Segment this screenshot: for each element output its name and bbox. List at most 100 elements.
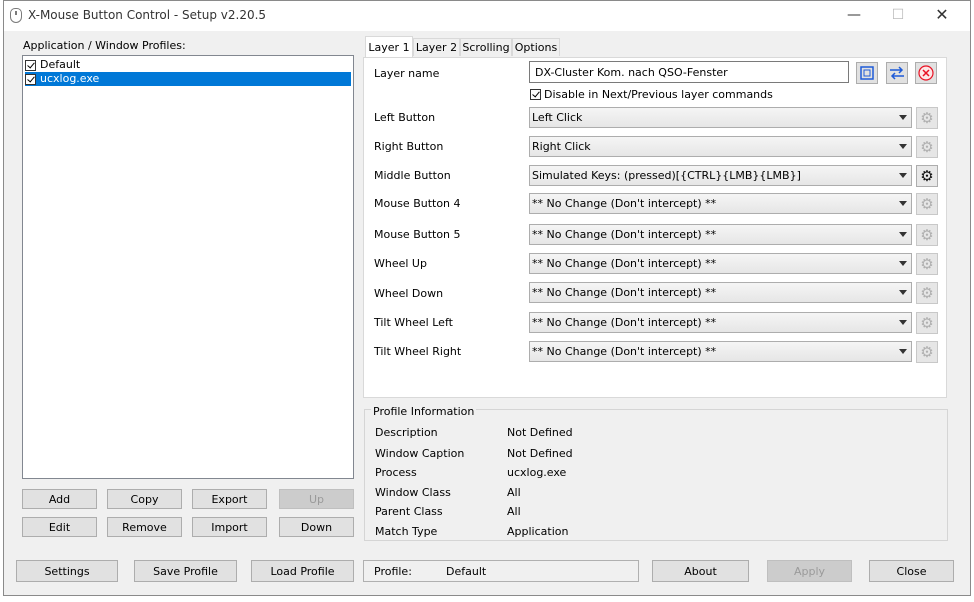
disable-layer-label: Disable in Next/Previous layer commands [544,88,773,101]
info-label-process: Process [375,466,417,479]
list-item-default[interactable]: Default [25,58,82,72]
list-item-label: Default [40,58,81,71]
select-value: Right Click [532,140,591,153]
copy-button[interactable]: Copy [107,489,182,509]
close-button[interactable]: Close [869,560,954,582]
right-button-select[interactable]: Right Click [529,136,912,157]
save-profile-button[interactable]: Save Profile [134,560,237,582]
profiles-list[interactable]: Default ucxlog.exe [22,55,354,479]
copy-icon [860,66,874,80]
mapping-label-left-button: Left Button [374,111,436,124]
tilt-wheel-left-select[interactable]: ** No Change (Don't intercept) ** [529,312,912,333]
left-button-select[interactable]: Left Click [529,107,912,128]
right-button-settings-gear-icon[interactable]: ⚙ [916,136,938,158]
tab-options[interactable]: Options [512,38,560,56]
mouse-icon [10,8,22,23]
info-label-description: Description [375,426,438,439]
chevron-down-icon [899,115,907,120]
profile-status-bar: Profile: Default [363,560,639,582]
profile-checkbox[interactable] [25,73,36,85]
select-value: ** No Change (Don't intercept) ** [532,257,717,270]
swap-arrows-icon [890,66,904,80]
select-value: ** No Change (Don't intercept) ** [532,345,717,358]
mouse-button-5-settings-gear-icon[interactable]: ⚙ [916,224,938,246]
middle-button-select[interactable]: Simulated Keys: (pressed)[{CTRL}{LMB}{LM… [529,165,912,186]
close-window-button[interactable]: ✕ [928,5,956,25]
info-label-match-type: Match Type [375,525,438,538]
export-button[interactable]: Export [192,489,267,509]
mouse-button-4-settings-gear-icon[interactable]: ⚙ [916,193,938,215]
up-button[interactable]: Up [279,489,354,509]
profiles-label: Application / Window Profiles: [23,39,186,52]
swap-layers-button[interactable] [886,62,908,84]
select-value: ** No Change (Don't intercept) ** [532,228,717,241]
select-value: ** No Change (Don't intercept) ** [532,316,717,329]
info-label-window-caption: Window Caption [375,447,465,460]
settings-button[interactable]: Settings [16,560,118,582]
profile-status-label: Profile: [374,565,412,578]
main-window: X-Mouse Button Control - Setup v2.20.5 —… [3,0,971,596]
wheel-down-select[interactable]: ** No Change (Don't intercept) ** [529,282,912,303]
info-label-window-class: Window Class [375,486,451,499]
wheel-down-settings-gear-icon[interactable]: ⚙ [916,282,938,304]
maximize-button[interactable]: ☐ [884,5,912,25]
select-value: ** No Change (Don't intercept) ** [532,197,717,210]
mapping-label-tilt-wheel-right: Tilt Wheel Right [374,345,462,358]
down-button[interactable]: Down [279,517,354,537]
list-item-label: ucxlog.exe [38,72,102,86]
info-value-window-class: All [507,486,521,499]
profile-status-value: Default [446,565,487,578]
minimize-button[interactable]: — [840,5,868,25]
tilt-wheel-left-settings-gear-icon[interactable]: ⚙ [916,312,938,334]
copy-layer-button[interactable] [856,62,878,84]
tilt-wheel-right-settings-gear-icon[interactable]: ⚙ [916,341,938,363]
tab-scrolling[interactable]: Scrolling [460,38,512,56]
disable-layer-checkbox[interactable] [530,89,541,100]
chevron-down-icon [899,144,907,149]
mapping-label-middle-button: Middle Button [374,169,451,182]
select-value: Simulated Keys: (pressed)[{CTRL}{LMB}{LM… [532,169,801,182]
profile-info-group [364,409,948,541]
left-button-settings-gear-icon[interactable]: ⚙ [916,107,938,129]
tilt-wheel-right-select[interactable]: ** No Change (Don't intercept) ** [529,341,912,362]
mapping-label-mouse-button-4: Mouse Button 4 [374,197,461,210]
middle-button-settings-gear-icon[interactable]: ⚙ [916,165,938,187]
mapping-label-right-button: Right Button [374,140,444,153]
mouse-button-4-select[interactable]: ** No Change (Don't intercept) ** [529,193,912,214]
info-value-process: ucxlog.exe [507,466,567,479]
chevron-down-icon [899,349,907,354]
delete-layer-button[interactable] [915,62,937,84]
layer-name-input[interactable]: DX-Cluster Kom. nach QSO-Fenster [529,61,849,83]
mapping-label-wheel-down: Wheel Down [374,287,444,300]
mapping-label-wheel-up: Wheel Up [374,257,427,270]
info-value-description: Not Defined [507,426,573,439]
profile-info-title: Profile Information [371,405,477,418]
list-item-ucxlog[interactable]: ucxlog.exe [25,72,351,86]
info-value-parent-class: All [507,505,521,518]
load-profile-button[interactable]: Load Profile [251,560,354,582]
info-value-window-caption: Not Defined [507,447,573,460]
mapping-label-tilt-wheel-left: Tilt Wheel Left [374,316,453,329]
about-button[interactable]: About [652,560,749,582]
profile-checkbox[interactable] [25,59,36,71]
info-value-match-type: Application [507,525,569,538]
apply-button[interactable]: Apply [767,560,852,582]
window-title: X-Mouse Button Control - Setup v2.20.5 [28,8,267,22]
import-button[interactable]: Import [192,517,267,537]
wheel-up-select[interactable]: ** No Change (Don't intercept) ** [529,253,912,274]
wheel-up-settings-gear-icon[interactable]: ⚙ [916,253,938,275]
tab-layer-2[interactable]: Layer 2 [413,38,460,56]
chevron-down-icon [899,173,907,178]
info-label-parent-class: Parent Class [375,505,443,518]
delete-icon [918,65,934,81]
tab-layer-1[interactable]: Layer 1 [365,36,413,57]
mapping-label-mouse-button-5: Mouse Button 5 [374,228,461,241]
edit-button[interactable]: Edit [22,517,97,537]
chevron-down-icon [899,201,907,206]
title-bar: X-Mouse Button Control - Setup v2.20.5 —… [4,1,970,31]
select-value: Left Click [532,111,583,124]
chevron-down-icon [899,290,907,295]
mouse-button-5-select[interactable]: ** No Change (Don't intercept) ** [529,224,912,245]
remove-button[interactable]: Remove [107,517,182,537]
add-button[interactable]: Add [22,489,97,509]
